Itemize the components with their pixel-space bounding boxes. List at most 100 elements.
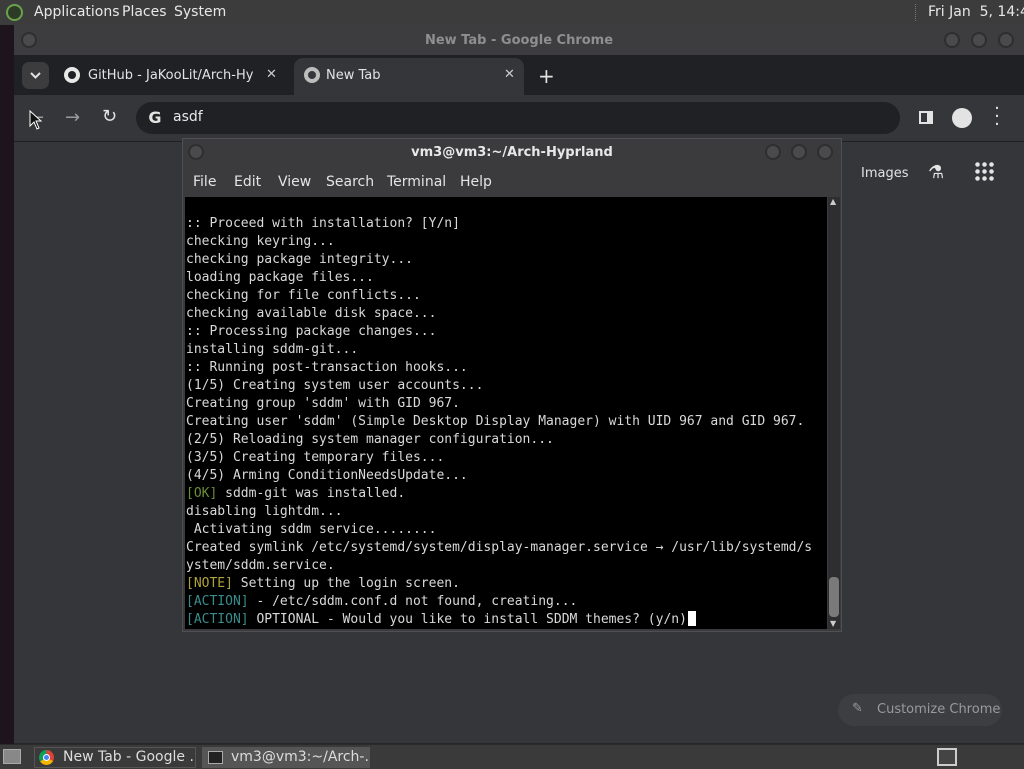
taskbar-item-terminal[interactable]: vm3@vm3:~/Arch-... bbox=[202, 747, 370, 768]
customize-chrome-button[interactable]: ✎ Customize Chrome bbox=[838, 694, 1002, 726]
terminal-line-text: (4/5) Arming ConditionNeedsUpdate... bbox=[186, 468, 468, 483]
tab-search-button[interactable] bbox=[22, 62, 49, 89]
menu-applications[interactable]: Applications bbox=[34, 0, 120, 25]
terminal-line: [ACTION] - /etc/sddm.conf.d not found, c… bbox=[186, 593, 812, 611]
terminal-line: Created symlink /etc/systemd/system/disp… bbox=[186, 539, 812, 557]
desktop-background bbox=[0, 25, 14, 745]
terminal-menubar: File Edit View Search Terminal Help bbox=[183, 169, 841, 195]
menu-dots-icon[interactable]: · · · bbox=[992, 100, 1002, 134]
close-icon[interactable]: ✕ bbox=[266, 67, 277, 82]
chrome-titlebar[interactable]: New Tab - Google Chrome bbox=[14, 25, 1024, 55]
omnibox-text[interactable]: asdf bbox=[173, 109, 203, 125]
terminal-line: [NOTE] Setting up the login screen. bbox=[186, 575, 812, 593]
scrollbar-thumb[interactable] bbox=[829, 577, 839, 617]
minimize-button[interactable] bbox=[944, 32, 960, 48]
terminal-line: checking available disk space... bbox=[186, 305, 812, 323]
terminal-line: [ACTION] OPTIONAL - Would you like to in… bbox=[186, 611, 812, 629]
menu-help[interactable]: Help bbox=[460, 174, 492, 190]
terminal-line-text: :: Proceed with installation? [Y/n] bbox=[186, 216, 460, 231]
maximize-button[interactable] bbox=[971, 32, 987, 48]
terminal-line-text: OPTIONAL - Would you like to install SDD… bbox=[248, 612, 687, 627]
terminal-line-text: checking for file conflicts... bbox=[186, 288, 421, 303]
chevron-down-icon bbox=[30, 72, 41, 79]
terminal-cursor bbox=[687, 611, 696, 626]
menu-view[interactable]: View bbox=[278, 174, 311, 190]
panel-separator bbox=[915, 4, 918, 21]
scroll-up-arrow-icon[interactable]: ▲ bbox=[830, 197, 836, 206]
terminal-icon bbox=[208, 751, 223, 764]
terminal-line-text: Created symlink /etc/systemd/system/disp… bbox=[186, 540, 813, 555]
maximize-button[interactable] bbox=[791, 144, 807, 160]
terminal-scrollbar[interactable]: ▲ ▼ bbox=[828, 197, 840, 629]
terminal-line-text: ystem/sddm.service. bbox=[186, 558, 335, 573]
terminal-line: (1/5) Creating system user accounts... bbox=[186, 377, 812, 395]
distro-logo-icon[interactable] bbox=[6, 4, 23, 21]
mouse-pointer-icon bbox=[29, 110, 43, 130]
terminal-line-text: checking package integrity... bbox=[186, 252, 413, 267]
terminal-line-text: checking available disk space... bbox=[186, 306, 437, 321]
terminal-line-text: installing sddm-git... bbox=[186, 342, 359, 357]
tab-github[interactable]: GitHub - JaKooLit/Arch-Hyprl ✕ bbox=[54, 58, 294, 95]
terminal-line-text: :: Running post-transaction hooks... bbox=[186, 360, 468, 375]
terminal-line-text: (1/5) Creating system user accounts... bbox=[186, 378, 484, 393]
terminal-line: (4/5) Arming ConditionNeedsUpdate... bbox=[186, 467, 812, 485]
terminal-line: checking package integrity... bbox=[186, 251, 812, 269]
terminal-line-text: - /etc/sddm.conf.d not found, creating..… bbox=[248, 594, 578, 609]
bottom-taskbar: New Tab - Google ... vm3@vm3:~/Arch-... bbox=[0, 744, 1024, 769]
clock[interactable]: Fri Jan 5, 14:44 bbox=[928, 0, 1024, 25]
terminal-line-text: Activating sddm service........ bbox=[186, 522, 437, 537]
menu-system[interactable]: System bbox=[174, 0, 226, 25]
terminal-titlebar[interactable]: vm3@vm3:~/Arch-Hyprland bbox=[183, 139, 841, 167]
close-window-button[interactable] bbox=[817, 144, 833, 160]
terminal-output[interactable]: :: Proceed with installation? [Y/n]check… bbox=[185, 197, 827, 629]
terminal-line: :: Processing package changes... bbox=[186, 323, 812, 341]
taskbar-item-label: New Tab - Google ... bbox=[63, 749, 196, 765]
terminal-line-tag: [OK] bbox=[186, 486, 218, 501]
side-panel-icon[interactable] bbox=[919, 111, 933, 124]
terminal-line-text: (3/5) Creating temporary files... bbox=[186, 450, 445, 465]
terminal-line: Activating sddm service........ bbox=[186, 521, 812, 539]
forward-button[interactable]: → bbox=[65, 107, 80, 128]
menu-places[interactable]: Places bbox=[122, 0, 167, 25]
menu-file[interactable]: File bbox=[193, 174, 216, 190]
terminal-line: :: Proceed with installation? [Y/n] bbox=[186, 215, 812, 233]
terminal-line: installing sddm-git... bbox=[186, 341, 812, 359]
customize-label: Customize Chrome bbox=[877, 702, 1001, 717]
terminal-line-text: sddm-git was installed. bbox=[217, 486, 406, 501]
terminal-window: vm3@vm3:~/Arch-Hyprland File Edit View S… bbox=[182, 138, 842, 632]
minimize-button[interactable] bbox=[765, 144, 781, 160]
workspace-switcher[interactable] bbox=[937, 748, 957, 766]
terminal-line-text: disabling lightdm... bbox=[186, 504, 343, 519]
terminal-line: [OK] sddm-git was installed. bbox=[186, 485, 812, 503]
chrome-window-title: New Tab - Google Chrome bbox=[424, 33, 614, 48]
terminal-line-tag: [ACTION] bbox=[186, 612, 249, 627]
menu-search[interactable]: Search bbox=[326, 174, 374, 190]
terminal-line: :: Running post-transaction hooks... bbox=[186, 359, 812, 377]
omnibox[interactable]: G asdf bbox=[136, 102, 900, 134]
terminal-line: disabling lightdm... bbox=[186, 503, 812, 521]
pencil-icon: ✎ bbox=[852, 701, 863, 716]
terminal-line-text: :: Processing package changes... bbox=[186, 324, 437, 339]
images-link[interactable]: Images bbox=[861, 166, 909, 181]
profile-icon[interactable] bbox=[952, 108, 972, 128]
terminal-title: vm3@vm3:~/Arch-Hyprland bbox=[411, 145, 613, 160]
labs-icon[interactable]: ⚗ bbox=[928, 162, 944, 183]
close-icon[interactable]: ✕ bbox=[504, 67, 515, 82]
show-desktop-icon[interactable] bbox=[3, 749, 21, 764]
taskbar-item-chrome[interactable]: New Tab - Google ... bbox=[34, 747, 196, 768]
reload-button[interactable]: ↻ bbox=[102, 106, 117, 127]
close-window-button[interactable] bbox=[998, 32, 1014, 48]
menu-edit[interactable]: Edit bbox=[234, 174, 261, 190]
terminal-line: Creating group 'sddm' with GID 967. bbox=[186, 395, 812, 413]
apps-grid-icon[interactable] bbox=[974, 161, 994, 181]
scroll-down-arrow-icon[interactable]: ▼ bbox=[830, 619, 836, 628]
new-tab-button[interactable]: + bbox=[538, 64, 555, 88]
terminal-line: loading package files... bbox=[186, 269, 812, 287]
terminal-line-text: checking keyring... bbox=[186, 234, 335, 249]
terminal-line: checking for file conflicts... bbox=[186, 287, 812, 305]
terminal-line-tag: [ACTION] bbox=[186, 594, 249, 609]
terminal-line: (3/5) Creating temporary files... bbox=[186, 449, 812, 467]
chrome-icon bbox=[304, 67, 320, 83]
menu-terminal[interactable]: Terminal bbox=[387, 174, 446, 190]
tab-new-tab[interactable]: New Tab ✕ bbox=[294, 58, 524, 95]
